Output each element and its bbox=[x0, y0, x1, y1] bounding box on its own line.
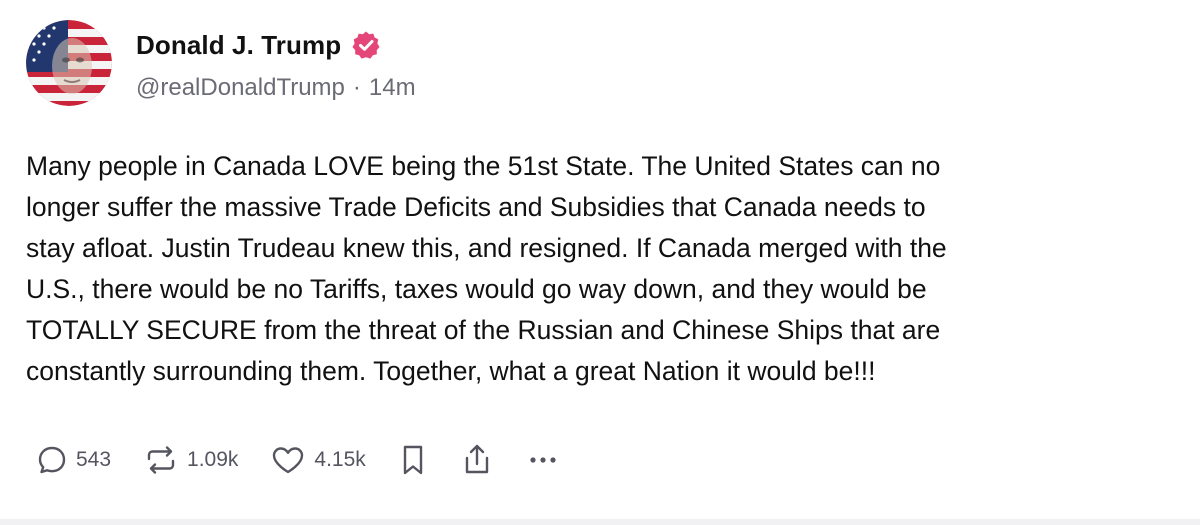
share-icon bbox=[465, 444, 488, 474]
repost-count: 1.09k bbox=[187, 448, 239, 471]
repost-button[interactable]: 1.09k bbox=[143, 444, 238, 476]
bookmark-button[interactable] bbox=[398, 443, 428, 477]
repost-icon bbox=[147, 446, 175, 474]
author-meta-row: @realDonaldTrump · 14m bbox=[136, 74, 416, 102]
bookmark-icon bbox=[403, 445, 422, 475]
display-name[interactable]: Donald J. Trump bbox=[136, 30, 341, 61]
like-count: 4.15k bbox=[314, 448, 366, 471]
heart-icon bbox=[273, 447, 304, 474]
divider bbox=[0, 519, 1200, 525]
comment-icon bbox=[38, 446, 66, 474]
reply-button[interactable]: 543 bbox=[36, 444, 111, 476]
author-handle[interactable]: @realDonaldTrump bbox=[136, 74, 345, 102]
post-card: Donald J. Trump @realDonaldTrump · 14m M… bbox=[0, 0, 1200, 525]
flag-portrait-avatar-icon bbox=[26, 20, 112, 106]
action-bar: 543 1.09k 4.15k bbox=[36, 438, 592, 482]
like-button[interactable]: 4.15k bbox=[270, 444, 366, 476]
reply-count: 543 bbox=[76, 448, 112, 471]
author-name-row: Donald J. Trump bbox=[136, 28, 381, 62]
verified-badge-icon bbox=[351, 30, 381, 60]
more-options-button[interactable] bbox=[526, 450, 560, 470]
post-text: Many people in Canada LOVE being the 51s… bbox=[26, 151, 947, 386]
post-timestamp[interactable]: 14m bbox=[369, 74, 416, 102]
avatar[interactable] bbox=[26, 20, 112, 106]
more-icon bbox=[530, 457, 556, 463]
share-button[interactable] bbox=[460, 442, 494, 478]
meta-separator: · bbox=[352, 74, 361, 101]
